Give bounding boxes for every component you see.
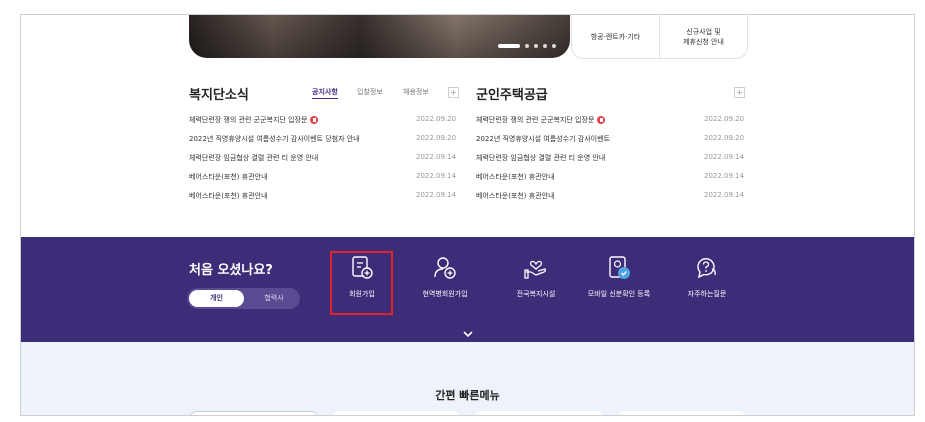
housing-date: 2022.09.14: [704, 153, 745, 161]
news-title[interactable]: 2022년 직영휴양시설 여름성수기 감사이벤트 당첨자 안내: [189, 134, 360, 144]
heart-hand-icon: [524, 260, 546, 279]
menu-faq[interactable]: 자주하는질문: [672, 255, 742, 317]
side-link-travel[interactable]: 항공·렌트카·기타: [572, 15, 659, 58]
news-date: 2022.09.20: [416, 115, 457, 123]
menu-signup[interactable]: 회원가입: [327, 255, 397, 317]
news-title-text: 베어스타운(포천) 휴관안내: [189, 192, 268, 200]
housing-title-text: 체력단련장 쟁의 관련 군군복지단 입장문: [476, 116, 595, 124]
tab-bid[interactable]: 입찰정보: [357, 87, 383, 97]
tab-recruit[interactable]: 채용정보: [403, 87, 429, 97]
side-link-partnership[interactable]: 신규사업 및 제휴신청 안내: [659, 15, 747, 58]
housing-title-text: 체력단련장 임금협상 결렬 관련 티 운영 안내: [476, 154, 606, 162]
first-visit-title: 처음 오셨나요?: [189, 263, 273, 278]
news-row[interactable]: 베어스타운(포천) 휴관안내 2022.09.14: [189, 172, 466, 182]
menu-soldier-signup[interactable]: 현역병회원가입: [410, 255, 480, 317]
quick-menu-card[interactable]: [475, 411, 603, 415]
housing-date: 2022.09.20: [704, 134, 745, 142]
user-plus-icon: [434, 257, 456, 279]
housing-title-text: 2022년 직영휴양시설 여름성수기 감사이벤트: [476, 135, 610, 143]
housing-title[interactable]: 베어스타운(포천) 휴관안내: [476, 172, 555, 182]
main-banner[interactable]: [189, 15, 570, 58]
quick-menu-title: 간편 빠른메뉴: [435, 389, 500, 402]
housing-date: 2022.09.20: [704, 115, 745, 123]
housing-title-text: 베어스타운(포천) 휴관안내: [476, 173, 555, 181]
id-card-icon: [609, 256, 630, 279]
news-title[interactable]: 베어스타운(포천) 휴관안내: [189, 172, 268, 182]
quick-menu-card[interactable]: [189, 411, 319, 415]
housing-title[interactable]: 체력단련장 쟁의 관련 군군복지단 입장문: [476, 115, 606, 125]
news-date: 2022.09.14: [416, 153, 457, 161]
side-link-card: 항공·렌트카·기타 신규사업 및 제휴신청 안내: [571, 15, 748, 59]
banner-dot[interactable]: [543, 44, 547, 48]
page-frame: 항공·렌트카·기타 신규사업 및 제휴신청 안내 복지단소식 공지사항 입찰정보…: [20, 14, 915, 416]
housing-title-text: 베어스타운(포천) 휴관안내: [476, 192, 555, 200]
news-title-text: 2022년 직영휴양시설 여름성수기 감사이벤트 당첨자 안내: [189, 135, 360, 143]
quick-menu-card[interactable]: [332, 411, 460, 415]
menu-mobile-id[interactable]: 모바일 신분확인 등록: [584, 255, 654, 317]
banner-dot[interactable]: [534, 44, 538, 48]
menu-signup-label: 회원가입: [349, 290, 375, 298]
toggle-personal[interactable]: 개인: [189, 290, 244, 307]
news-section-title: 복지단소식: [189, 88, 249, 103]
banner-dot-active[interactable]: [498, 44, 520, 48]
housing-date: 2022.09.14: [704, 191, 745, 199]
housing-row[interactable]: 베어스타운(포천) 휴관안내 2022.09.14: [476, 191, 754, 201]
news-title-text: 베어스타운(포천) 휴관안내: [189, 173, 268, 181]
housing-more-plus-icon[interactable]: +: [734, 87, 745, 98]
housing-section-title: 군인주택공급: [476, 88, 548, 103]
housing-title[interactable]: 체력단련장 임금협상 결렬 관련 티 운영 안내: [476, 153, 605, 163]
news-title[interactable]: 베어스타운(포천) 휴관안내: [189, 191, 268, 201]
news-title[interactable]: 체력단련장 임금협상 결렬 관련 티 운영 안내: [189, 153, 318, 163]
chevron-down-icon: [463, 331, 473, 338]
housing-row[interactable]: 2022년 직영휴양시설 여름성수기 감사이벤트 2022.09.20: [476, 134, 754, 144]
expand-toggle[interactable]: [451, 326, 485, 342]
quick-menu-section: 간편 빠른메뉴: [21, 342, 914, 415]
document-plus-icon: [352, 256, 373, 279]
news-date: 2022.09.14: [416, 172, 457, 180]
news-date: 2022.09.14: [416, 191, 457, 199]
quick-menu-card[interactable]: [618, 411, 746, 415]
toggle-partner[interactable]: 협력사: [249, 288, 299, 309]
banner-pagination[interactable]: [498, 44, 556, 48]
housing-row[interactable]: 체력단련장 임금협상 결렬 관련 티 운영 안내 2022.09.14: [476, 153, 754, 163]
menu-mobile-id-label: 모바일 신분확인 등록: [587, 290, 651, 298]
banner-dot[interactable]: [552, 44, 556, 48]
housing-row[interactable]: 체력단련장 쟁의 관련 군군복지단 입장문 2022.09.20: [476, 115, 754, 125]
news-title-text: 체력단련장 임금협상 결렬 관련 티 운영 안내: [189, 154, 319, 162]
news-more-plus-icon[interactable]: +: [448, 87, 459, 98]
news-row[interactable]: 체력단련장 임금협상 결렬 관련 티 운영 안내 2022.09.14: [189, 153, 466, 163]
news-title-text: 체력단련장 쟁의 관련 군군복지단 입장문: [189, 116, 308, 124]
member-type-toggle[interactable]: 개인 협력사: [187, 288, 300, 309]
new-badge-icon: [597, 116, 606, 124]
news-row[interactable]: 베어스타운(포천) 휴관안내 2022.09.14: [189, 191, 466, 201]
news-date: 2022.09.20: [416, 134, 457, 142]
question-bubble-icon: [697, 258, 716, 279]
menu-faq-label: 자주하는질문: [687, 290, 727, 298]
new-badge-icon: [310, 116, 319, 124]
menu-soldier-signup-label: 현역병회원가입: [422, 290, 468, 298]
news-title[interactable]: 체력단련장 쟁의 관련 군군복지단 입장문: [189, 115, 319, 125]
tab-notice[interactable]: 공지사항: [312, 87, 338, 99]
housing-title[interactable]: 베어스타운(포천) 휴관안내: [476, 191, 555, 201]
news-row[interactable]: 2022년 직영휴양시설 여름성수기 감사이벤트 당첨자 안내 2022.09.2…: [189, 134, 466, 144]
news-row[interactable]: 체력단련장 쟁의 관련 군군복지단 입장문 2022.09.20: [189, 115, 466, 125]
housing-title[interactable]: 2022년 직영휴양시설 여름성수기 감사이벤트: [476, 134, 610, 144]
menu-facilities[interactable]: 전국복지시설: [501, 255, 571, 317]
banner-dot[interactable]: [525, 44, 529, 48]
housing-date: 2022.09.14: [704, 172, 745, 180]
menu-facilities-label: 전국복지시설: [516, 290, 556, 298]
housing-row[interactable]: 베어스타운(포천) 휴관안내 2022.09.14: [476, 172, 754, 182]
